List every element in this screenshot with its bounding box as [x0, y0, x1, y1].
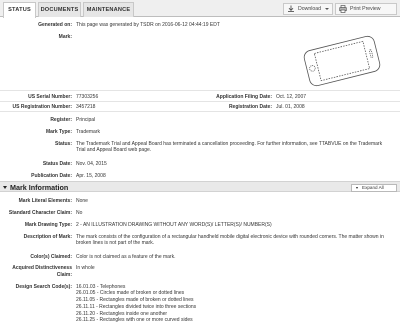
design-code-item: 26.01.05 - Circles made of broken or dot… [76, 290, 185, 297]
download-button[interactable]: Download [283, 3, 333, 15]
status-label: Status: [55, 141, 72, 147]
status-date-value: Nov. 04, 2015 [76, 160, 107, 167]
status-value: The Trademark Trial and Appeal Board has… [76, 140, 383, 154]
colors-claimed-label: Color(s) Claimed: [30, 254, 72, 260]
design-code-item: 26.11.11 - Rectangles divided twice into… [76, 303, 197, 310]
section-title: Mark Information [10, 183, 69, 192]
acquired-distinctiveness-label: Acquired Distinctiveness Claim: [12, 265, 72, 278]
registration-date-label: Registration Date: [228, 104, 272, 110]
filing-date-value: Oct. 12, 2007 [276, 93, 307, 100]
publication-date-label: Publication Date: [31, 173, 72, 179]
design-code-item: 26.11.25 - Rectangles with one or more c… [76, 317, 193, 324]
mark-label: Mark: [58, 34, 72, 40]
divider [0, 111, 400, 112]
design-codes-label: Design Search Code(s): [15, 284, 72, 290]
colors-claimed-value: Color is not claimed as a feature of the… [76, 253, 176, 260]
filing-date-label: Application Filing Date: [216, 94, 272, 100]
design-code-item: 26.11.20 - Rectangles inside one another [76, 310, 168, 317]
expand-all-label: Expand All [362, 184, 384, 190]
status-date-label: Status Date: [42, 161, 72, 167]
print-preview-label: Print Preview [350, 6, 381, 12]
download-label: Download [298, 6, 322, 12]
download-icon [288, 5, 294, 12]
literal-elements-value: None [76, 197, 88, 204]
description-value: The mark consists of the configuration o… [76, 233, 384, 247]
tab-maintenance[interactable]: MAINTENANCE [83, 2, 134, 17]
literal-elements-label: Mark Literal Elements: [18, 198, 72, 204]
acquired-distinctiveness-value: In whole [76, 264, 95, 271]
mark-information-section-header[interactable]: Mark Information Expand All [0, 181, 400, 192]
serial-number-label: US Serial Number: [28, 94, 72, 100]
serial-number-value: 77303256 [76, 93, 99, 100]
registration-date-value: Jul. 01, 2008 [276, 103, 305, 110]
drawing-type-value: 2 - AN ILLUSTRATION DRAWING WITHOUT ANY … [76, 221, 272, 228]
description-label: Description of Mark: [23, 234, 72, 240]
generated-label: Generated on: [38, 22, 72, 28]
registration-number-label: US Registration Number: [12, 104, 72, 110]
register-value: Principal [76, 116, 96, 123]
mark-type-label: Mark Type: [45, 129, 72, 135]
print-icon [339, 5, 347, 13]
design-code-item: 26.11.05 - Rectangles made of broken or … [76, 297, 194, 304]
expand-triangle-icon [356, 186, 358, 189]
registration-number-value: 3457218 [76, 103, 96, 110]
collapse-triangle-icon[interactable] [3, 185, 7, 189]
design-code-item: 16.01.03 - Telephones [76, 283, 126, 290]
divider [0, 90, 400, 91]
publication-date-value: Apr. 15, 2008 [76, 172, 106, 179]
generated-value: This page was generated by TSDR on 2016-… [76, 21, 220, 28]
mark-type-value: Trademark [76, 128, 100, 135]
print-preview-button[interactable]: Print Preview [335, 3, 397, 15]
standard-character-value: No [76, 209, 83, 216]
design-codes-list: 16.01.03 - Telephones 26.01.05 - Circles… [76, 284, 376, 325]
tab-documents[interactable]: DOCUMENTS [38, 2, 81, 17]
mark-image-phone-drawing [303, 35, 381, 87]
divider [0, 101, 400, 102]
chevron-down-icon [325, 8, 329, 10]
drawing-type-label: Mark Drawing Type: [24, 222, 72, 228]
expand-all-button[interactable]: Expand All [351, 183, 397, 192]
tab-status[interactable]: STATUS [3, 2, 36, 18]
tab-bar: STATUS DOCUMENTS MAINTENANCE Download Pr… [0, 0, 400, 18]
register-label: Register: [50, 117, 72, 123]
standard-character-label: Standard Character Claim: [8, 210, 72, 216]
